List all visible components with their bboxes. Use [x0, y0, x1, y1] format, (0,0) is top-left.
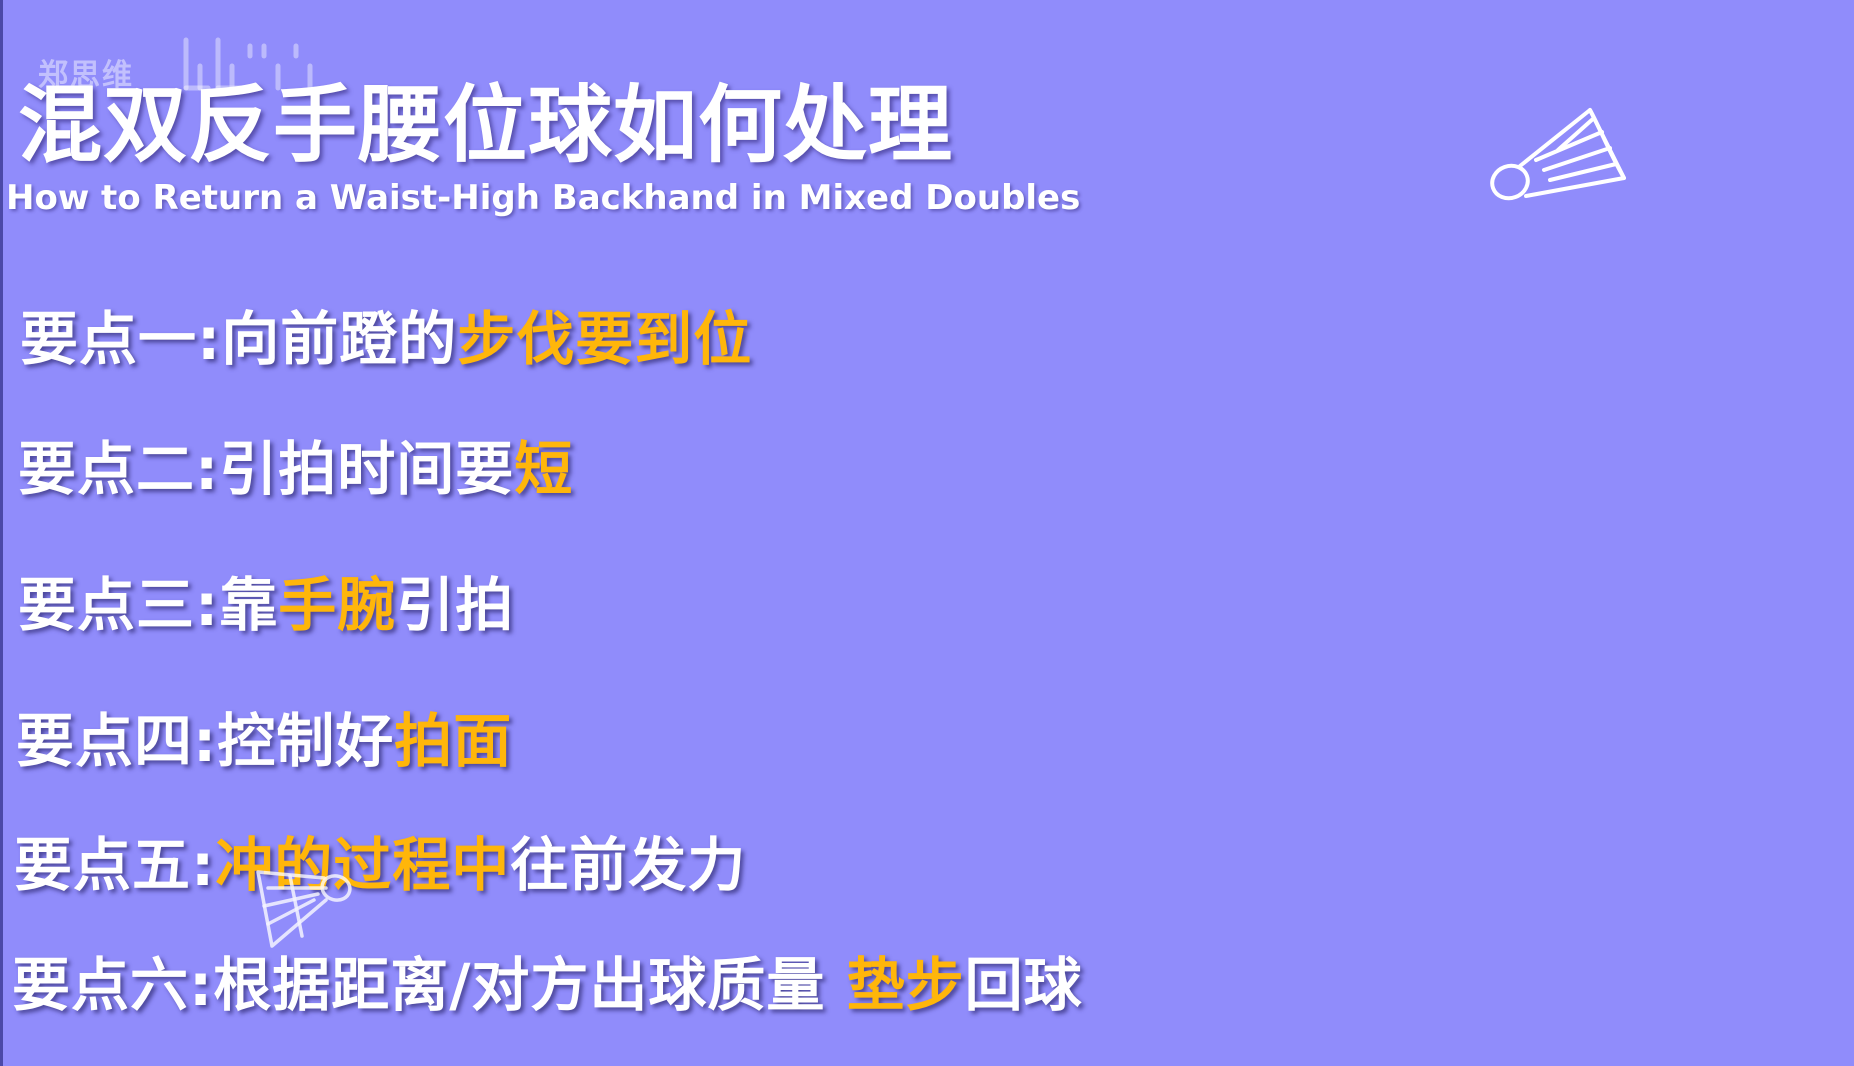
key-point-label: 要点三:: [18, 571, 220, 639]
left-edge-bar: [0, 0, 3, 1066]
page-title: 混双反手腰位球如何处理: [18, 76, 954, 174]
key-point-highlight: 垫步: [846, 951, 965, 1019]
key-point-5: 要点五:冲的过程中往前发力: [14, 818, 746, 902]
key-point-label: 要点二:: [18, 435, 220, 503]
key-point-text: 引拍时间要: [219, 435, 515, 503]
key-point-2: 要点二:引拍时间要短: [18, 422, 573, 506]
key-point-6: 要点六:根据距离/对方出球质量 垫步回球: [12, 938, 1083, 1022]
page-subtitle: How to Return a Waist-High Backhand in M…: [6, 178, 1081, 218]
key-point-text: 控制好: [217, 707, 395, 775]
key-point-label: 要点一:: [20, 305, 222, 373]
key-point-highlight: 拍面: [394, 707, 513, 775]
key-point-text: 引拍: [396, 571, 515, 639]
key-point-highlight: 短: [514, 435, 574, 503]
key-point-label: 要点四:: [16, 707, 218, 775]
key-point-1: 要点一:向前蹬的步伐要到位: [20, 292, 752, 376]
key-point-label: 要点六:: [12, 951, 214, 1019]
key-point-label: 要点五:: [14, 831, 216, 899]
shuttlecock-icon: [256, 870, 352, 948]
key-point-text: 回球: [964, 951, 1083, 1019]
key-point-3: 要点三:靠手腕引拍: [18, 558, 514, 642]
key-point-text: 靠: [219, 571, 279, 639]
key-point-text: 根据距离/对方出球质量: [213, 951, 847, 1019]
slide: 郑思维 混双反手腰位球如何处理 How to Return a Waist-Hi…: [0, 0, 1854, 1066]
key-point-highlight: 手腕: [278, 571, 397, 639]
key-point-text: 往前发力: [510, 831, 747, 899]
key-point-4: 要点四:控制好拍面: [16, 694, 512, 778]
shuttlecock-icon: [1490, 108, 1626, 201]
key-point-highlight: 步伐要到位: [457, 305, 753, 373]
key-point-text: 向前蹬的: [221, 305, 458, 373]
